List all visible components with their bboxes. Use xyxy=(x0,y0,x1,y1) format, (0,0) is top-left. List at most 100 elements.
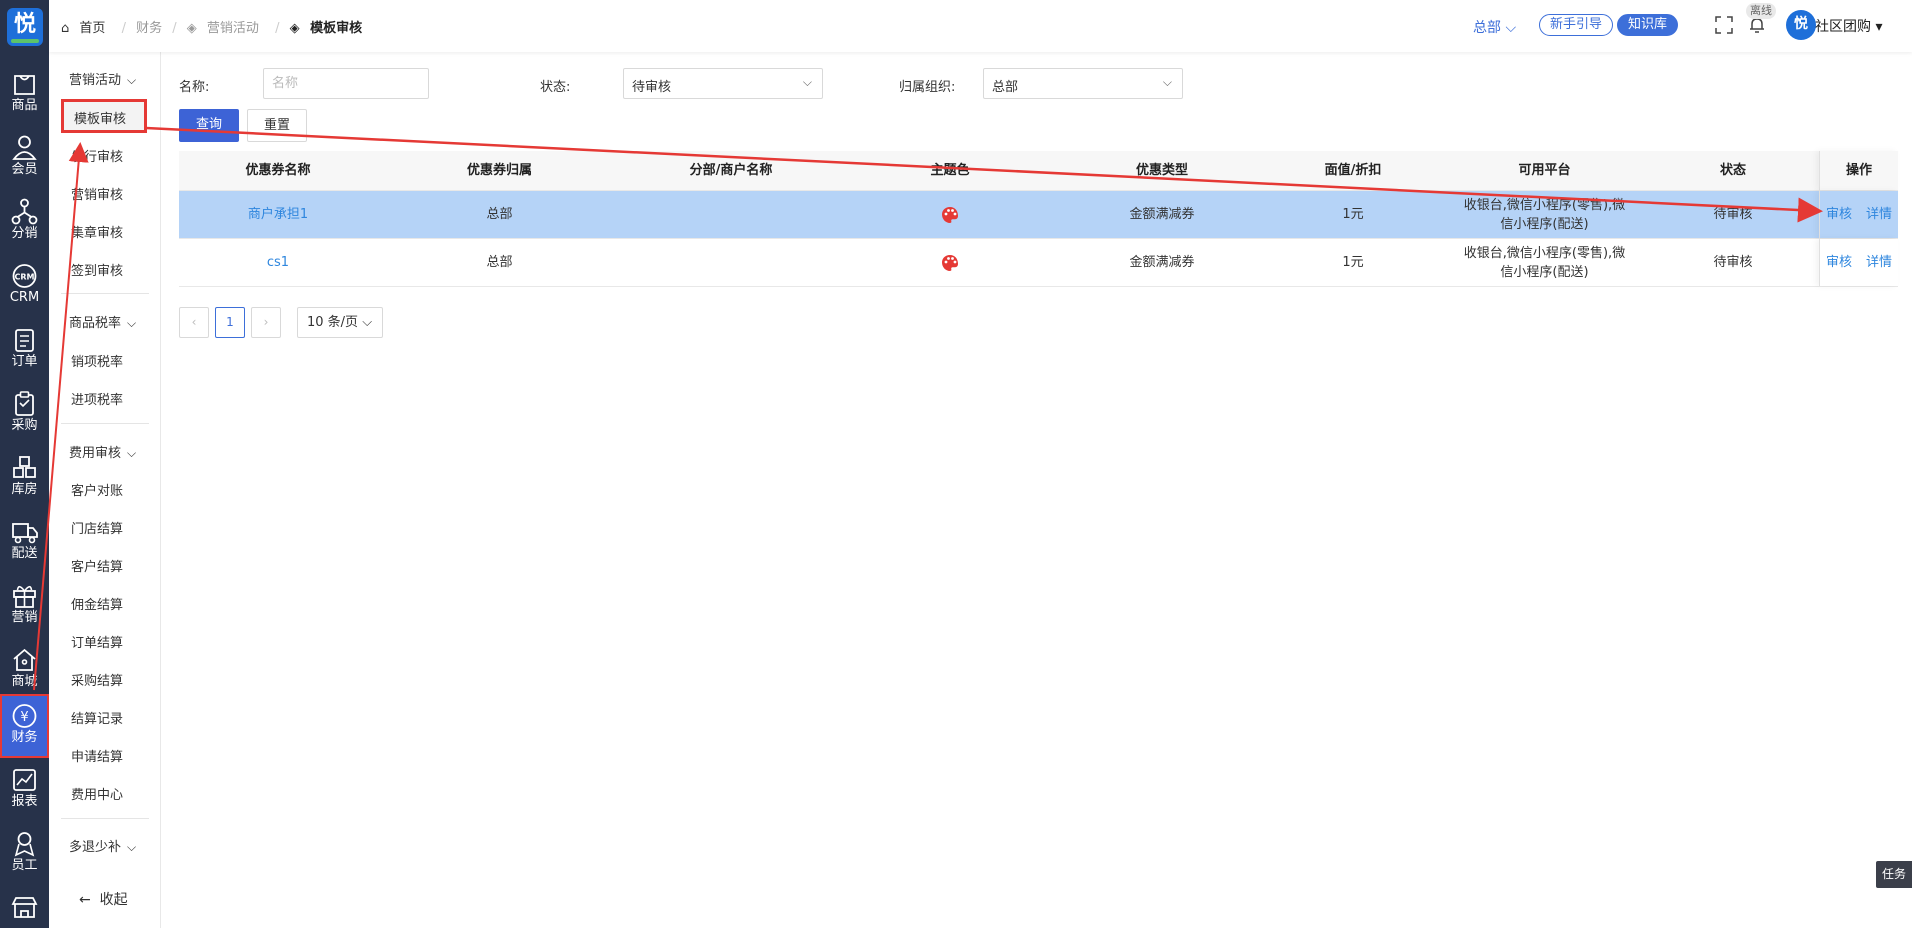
coupon-owner: 总部 xyxy=(486,255,513,270)
submenu-group-tax[interactable]: 商品税率 ⌵ xyxy=(69,312,136,331)
breadcrumb-finance[interactable]: 财务 xyxy=(136,21,162,36)
rail-item-mall[interactable]: 商城 xyxy=(0,638,49,700)
breadcrumb: ⌂ 首页 / 财务 / ◈ 营销活动 / ◈ 模板审核 xyxy=(61,17,374,36)
chevron-down-icon: ⌵ xyxy=(802,75,812,89)
status-label: 状态: xyxy=(540,80,571,95)
row-actions: 审核 详情 xyxy=(1819,239,1898,286)
home-icon xyxy=(13,648,36,671)
caret-down-icon: ▾ xyxy=(1875,19,1883,35)
review-link[interactable]: 审核 xyxy=(1826,253,1852,272)
yen-icon: ¥ xyxy=(12,704,37,728)
theme-color xyxy=(840,239,1060,286)
coupon-type: 金额满减券 xyxy=(1129,255,1195,270)
rail-item-marketing[interactable]: 营销 xyxy=(0,574,49,636)
rail-item-crm[interactable]: CRM CRM xyxy=(0,254,49,316)
submenu-item-marketing-review[interactable]: 营销审核 xyxy=(71,184,123,203)
prev-page-button[interactable]: ‹ xyxy=(179,307,209,338)
status: 待审核 xyxy=(1713,207,1753,222)
tag-icon: ◈ xyxy=(289,21,300,36)
table-row[interactable]: cs1 总部 金额满减券 1元 收银台,微信小程序(零售),微信小程序(配送) … xyxy=(179,239,1898,287)
avatar[interactable]: 悦 xyxy=(1786,10,1816,40)
rail-item-member[interactable]: 会员 xyxy=(0,126,49,188)
user-menu[interactable]: 社区团购 ▾ xyxy=(1815,16,1882,36)
status-select[interactable]: 待审核 ⌵ xyxy=(623,68,823,99)
rail-item-distribution[interactable]: 分销 xyxy=(0,190,49,252)
submenu-divider xyxy=(61,293,149,294)
distribution-icon xyxy=(11,198,38,225)
detail-link[interactable]: 详情 xyxy=(1866,205,1892,224)
rail-item-order[interactable]: 订单 xyxy=(0,318,49,380)
task-button[interactable]: 任务 xyxy=(1876,861,1912,888)
submenu-item-settle-records[interactable]: 结算记录 xyxy=(71,708,123,727)
gift-icon xyxy=(13,585,36,608)
submenu-group-refund[interactable]: 多退少补 ⌵ xyxy=(69,836,136,855)
status: 待审核 xyxy=(1713,255,1753,270)
crm-icon: CRM xyxy=(12,264,37,288)
coupon-name-link[interactable]: 商户承担1 xyxy=(179,191,377,238)
coupon-value: 1元 xyxy=(1342,207,1364,222)
table-header: 优惠券名称 优惠券归属 分部/商户名称 主题色 优惠类型 面值/折扣 可用平台 … xyxy=(179,151,1898,191)
guide-button[interactable]: 新手引导 xyxy=(1539,14,1614,36)
sub-menu: 营销活动 ⌵ 模板审核 发行审核 营销审核 集章审核 签到审核 商品税率 ⌵ 销项税… xyxy=(49,0,161,928)
merchant-name xyxy=(622,191,840,238)
rail-item-warehouse[interactable]: 库房 xyxy=(0,446,49,508)
submenu-item-fee-center[interactable]: 费用中心 xyxy=(71,784,123,803)
detail-link[interactable]: 详情 xyxy=(1866,253,1892,272)
table-row[interactable]: 商户承担1 总部 金额满减券 1元 收银台,微信小程序(零售),微信小程序(配送… xyxy=(179,191,1898,239)
rail-item-finance[interactable]: ¥ 财务 xyxy=(0,694,49,758)
tag-icon: ◈ xyxy=(186,21,197,36)
col-header: 可用平台 xyxy=(1518,163,1571,178)
submenu-item-stamp-review[interactable]: 集章审核 xyxy=(71,222,123,241)
submenu-item-store-settle[interactable]: 门店结算 xyxy=(71,518,123,537)
review-link[interactable]: 审核 xyxy=(1826,205,1852,224)
rail-item-shop[interactable] xyxy=(0,886,49,928)
next-page-button[interactable]: › xyxy=(251,307,281,338)
col-header: 优惠类型 xyxy=(1135,163,1188,178)
rail-item-goods[interactable]: 商品 xyxy=(0,62,49,124)
org-select[interactable]: 总部 ⌵ xyxy=(983,68,1183,99)
badge-icon xyxy=(14,832,35,857)
theme-color xyxy=(840,191,1060,238)
rail-item-purchase[interactable]: 采购 xyxy=(0,382,49,444)
fullscreen-icon[interactable] xyxy=(1713,14,1735,36)
rail-item-delivery[interactable]: 配送 xyxy=(0,510,49,572)
user-icon xyxy=(12,135,37,160)
arrow-left-icon: ← xyxy=(79,892,91,908)
submenu-item-order-settle[interactable]: 订单结算 xyxy=(71,632,123,651)
submenu-item-customer-reconcile[interactable]: 客户对账 xyxy=(71,480,123,499)
submenu-item-checkin-review[interactable]: 签到审核 xyxy=(71,260,123,279)
breadcrumb-marketing[interactable]: ◈ 营销活动 xyxy=(187,21,265,36)
page-size-select[interactable]: 10 条/页 ⌵ xyxy=(297,307,383,338)
collapse-button[interactable]: ← 收起 xyxy=(79,889,128,909)
top-bar: ⌂ 首页 / 财务 / ◈ 营销活动 / ◈ 模板审核 总部 ⌵ 新手引导 知识… xyxy=(49,0,1912,52)
submenu-item-apply-settle[interactable]: 申请结算 xyxy=(71,746,123,765)
platforms: 收银台,微信小程序(零售),微信小程序(配送) xyxy=(1463,245,1626,280)
rail-item-staff[interactable]: 员工 xyxy=(0,822,49,884)
submenu-item-customer-settle[interactable]: 客户结算 xyxy=(71,556,123,575)
submenu-item-input-tax[interactable]: 进项税率 xyxy=(71,389,123,408)
page-number[interactable]: 1 xyxy=(215,307,245,338)
submenu-item-commission-settle[interactable]: 佣金结算 xyxy=(71,594,123,613)
query-button[interactable]: 查询 xyxy=(179,109,239,142)
knowledge-base-button[interactable]: 知识库 xyxy=(1617,14,1679,36)
coupon-name-link[interactable]: cs1 xyxy=(179,239,377,286)
submenu-divider xyxy=(61,423,149,424)
submenu-divider xyxy=(61,818,149,819)
submenu-item-purchase-settle[interactable]: 采购结算 xyxy=(71,670,123,689)
reset-button[interactable]: 重置 xyxy=(247,109,307,142)
coupon-type: 金额满减券 xyxy=(1129,207,1195,222)
submenu-group-marketing[interactable]: 营销活动 ⌵ xyxy=(69,69,136,88)
col-header: 优惠券归属 xyxy=(466,163,532,178)
rail-item-report[interactable]: 报表 xyxy=(0,758,49,820)
breadcrumb-home[interactable]: ⌂ 首页 xyxy=(61,21,111,36)
name-input[interactable] xyxy=(263,68,429,99)
app-logo: 悦 xyxy=(7,8,43,46)
submenu-group-fee[interactable]: 费用审核 ⌵ xyxy=(69,442,136,461)
home-icon: ⌂ xyxy=(61,21,70,36)
org-switcher[interactable]: 总部 ⌵ xyxy=(1473,17,1516,37)
submenu-item-output-tax[interactable]: 销项税率 xyxy=(71,351,123,370)
submenu-item-issue-review[interactable]: 发行审核 xyxy=(71,146,123,165)
bag-icon xyxy=(14,75,35,95)
coupon-value: 1元 xyxy=(1342,255,1364,270)
submenu-item-template-review[interactable]: 模板审核 xyxy=(61,99,147,133)
